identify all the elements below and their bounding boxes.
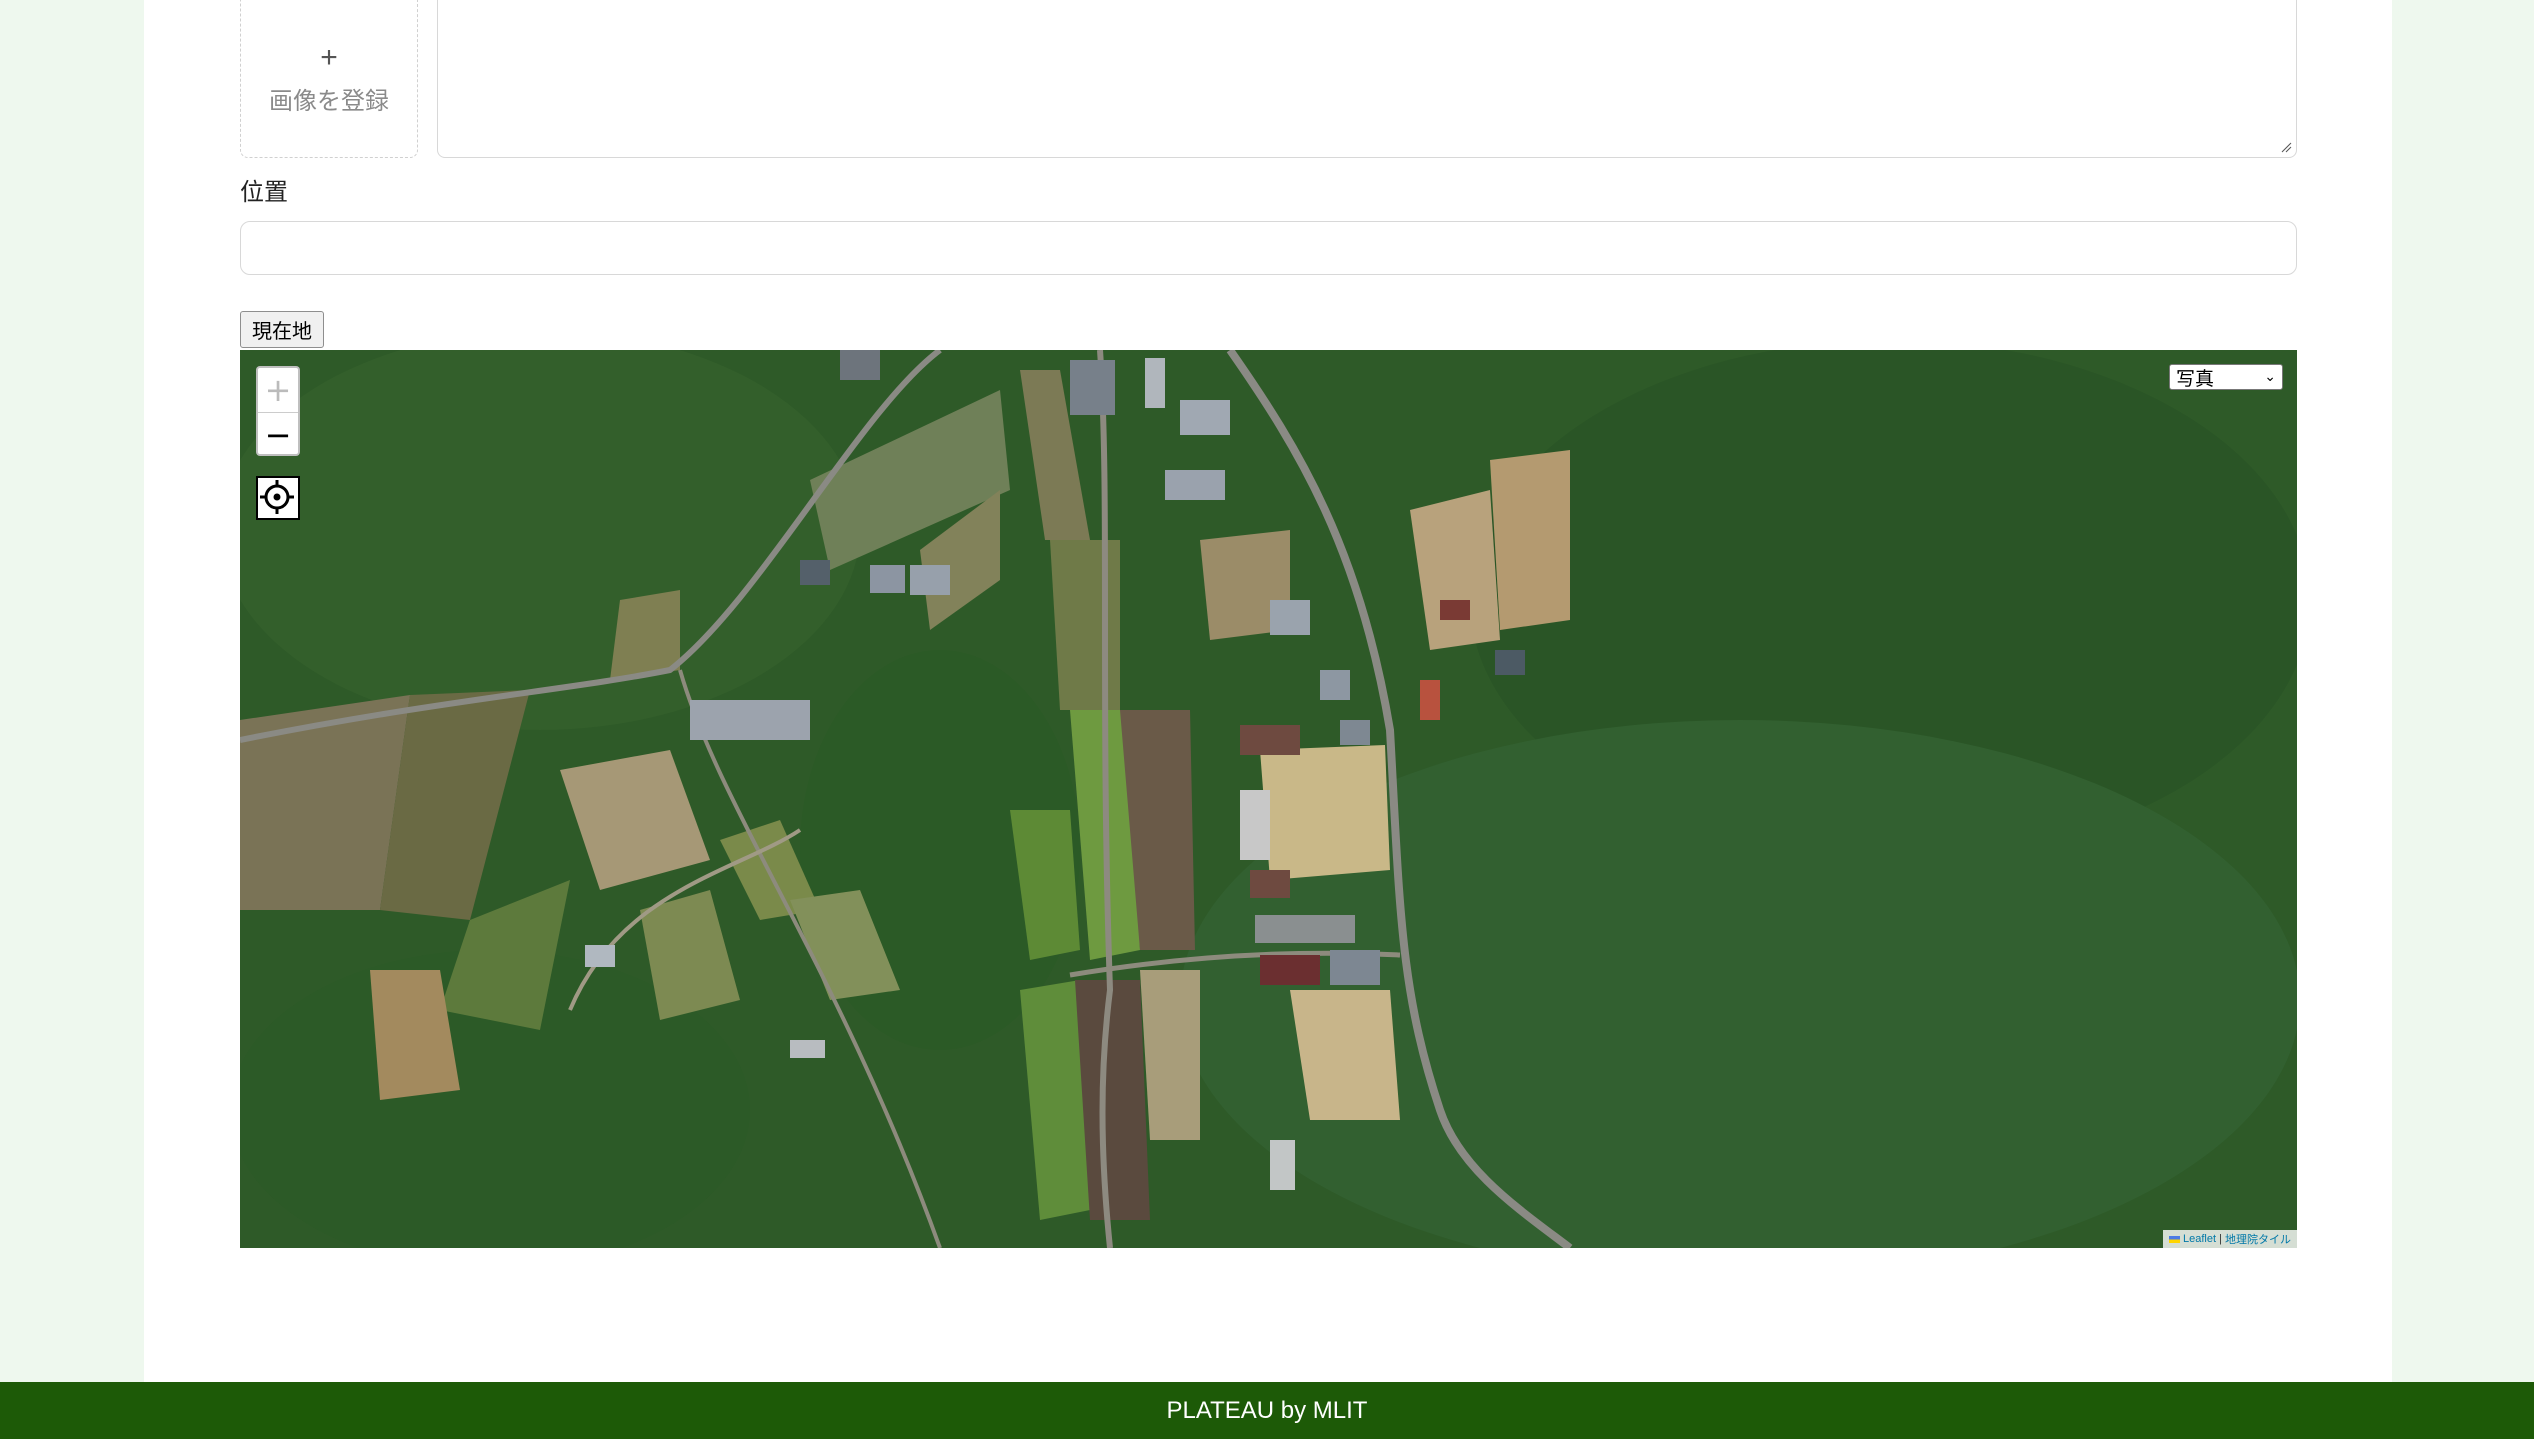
memo-textarea[interactable] <box>437 0 2297 158</box>
map-attribution: Leaflet | 地理院タイル <box>2162 1230 2297 1248</box>
zoom-in-button[interactable]: + <box>258 368 298 413</box>
current-location-button[interactable]: 現在地 <box>240 311 324 348</box>
content-panel: + 画像を登録 位置 現在地 + − 写真 ⌄ Leaflet | 地理院タイル <box>144 0 2392 1382</box>
locate-button[interactable] <box>256 476 300 520</box>
satellite-imagery <box>240 350 2297 1248</box>
crosshair-icon <box>260 480 294 514</box>
plus-icon: + <box>320 40 338 74</box>
leaflet-flag-icon <box>2168 1235 2180 1243</box>
resize-handle-icon[interactable] <box>2280 141 2292 153</box>
position-label: 位置 <box>240 179 288 206</box>
chevron-down-icon: ⌄ <box>2264 368 2276 384</box>
image-upload-button[interactable]: + 画像を登録 <box>240 0 418 158</box>
attribution-separator: | <box>2216 1233 2225 1245</box>
attribution-leaflet-link[interactable]: Leaflet <box>2183 1233 2216 1245</box>
layer-select[interactable]: 写真 ⌄ <box>2169 364 2283 390</box>
position-input[interactable] <box>240 221 2297 275</box>
footer-text: PLATEAU by MLIT <box>1166 1396 1368 1424</box>
footer: PLATEAU by MLIT <box>0 1382 2534 1439</box>
zoom-control: + − <box>256 366 300 456</box>
map[interactable]: + − 写真 ⌄ Leaflet | 地理院タイル <box>240 350 2297 1248</box>
zoom-out-button[interactable]: − <box>258 413 298 454</box>
layer-select-value: 写真 <box>2176 368 2215 390</box>
attribution-tiles-link[interactable]: 地理院タイル <box>2225 1231 2291 1247</box>
image-upload-label: 画像を登録 <box>269 87 389 115</box>
